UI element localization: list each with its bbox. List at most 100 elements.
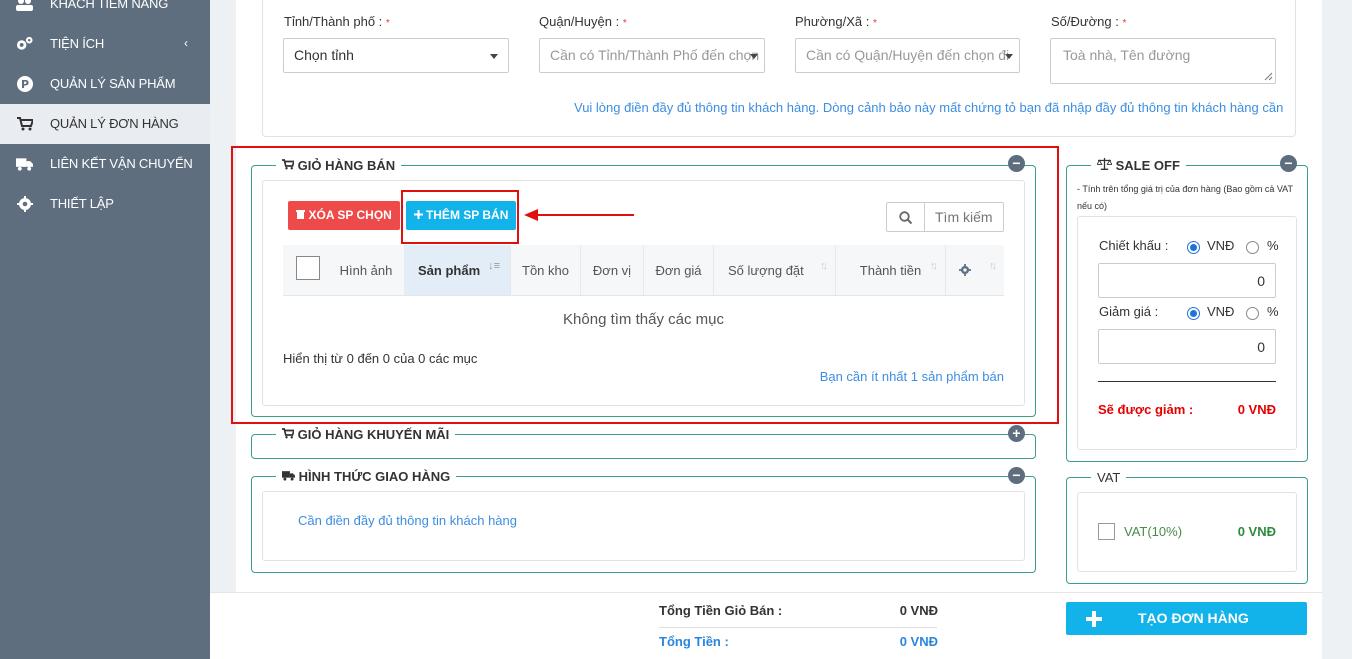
sidebar-item-orders[interactable]: QUẢN LÝ ĐƠN HÀNG	[0, 104, 210, 144]
province-select[interactable]: Chọn tỉnh	[283, 38, 509, 73]
header-divider	[283, 295, 1004, 296]
column-label: Đơn giá	[655, 262, 702, 278]
gear-icon	[959, 264, 971, 276]
reduce-input[interactable]: 0	[1098, 329, 1276, 364]
sale-off-divider	[1098, 381, 1276, 382]
reduce-percent-label: %	[1267, 304, 1279, 319]
empty-table-message: Không tìm thấy các mục	[563, 311, 724, 328]
gears-icon	[16, 36, 33, 52]
column-label: Hình ảnh	[339, 262, 393, 278]
vat-label: VAT(10%)	[1124, 524, 1183, 539]
discount-vnd-label: VNĐ	[1207, 238, 1235, 253]
shipping-title: HÌNH THỨC GIAO HÀNG	[276, 469, 457, 484]
vat-title: VAT	[1091, 470, 1127, 485]
address-warning: Vui lòng điền đầy đủ thông tin khách hàn…	[574, 100, 1284, 115]
discount-input[interactable]: 0	[1098, 263, 1276, 298]
sidebar-item-leads[interactable]: KHÁCH TIỀM NĂNG	[0, 0, 210, 24]
sale-off-note: - Tính trên tổng giá trị của đơn hàng (B…	[1077, 184, 1293, 211]
discount-percent-label: %	[1267, 238, 1279, 253]
collapse-shipping-icon[interactable]: −	[1008, 467, 1025, 484]
street-textarea-placeholder: Toà nhà, Tên đường	[1063, 47, 1191, 63]
discount-percent-radio[interactable]	[1246, 241, 1259, 254]
sale-off-title-text: SALE OFF	[1115, 158, 1180, 173]
district-select-placeholder: Cần có Tỉnh/Thành Phố đến chọn	[550, 47, 760, 63]
column-label: Số lượng đặt	[728, 262, 804, 278]
sidebar-item-label: QUẢN LÝ SẢN PHẨM	[50, 76, 176, 91]
column-header-image[interactable]: Hình ảnh	[330, 245, 402, 295]
sort-icon: ↑↓	[820, 260, 828, 272]
reduce-vnd-radio[interactable]	[1187, 307, 1200, 320]
cart-total-label: Tổng Tiền Giỏ Bán :	[659, 603, 783, 618]
discount-label: Chiết khấu :	[1099, 238, 1169, 253]
chevron-down-icon	[750, 54, 758, 59]
sidebar-item-settings[interactable]: THIẾT LẬP	[0, 184, 210, 224]
plus-icon	[1086, 611, 1102, 627]
district-label: Quận/Huyện : *	[539, 14, 627, 29]
ward-select[interactable]: Cần có Quận/Huyện đến chọn đi	[795, 38, 1020, 73]
province-label: Tỉnh/Thành phố : *	[284, 14, 390, 29]
product-p-icon: P	[16, 76, 33, 92]
collapse-sale-off-icon[interactable]: −	[1280, 155, 1297, 172]
annotation-arrow-icon	[524, 209, 634, 221]
shipping-title-text: HÌNH THỨC GIAO HÀNG	[298, 469, 451, 484]
sidebar-item-products[interactable]: P QUẢN LÝ SẢN PHẨM	[0, 64, 210, 104]
table-info: Hiển thị từ 0 đến 0 của 0 các mục	[283, 351, 478, 366]
search-button[interactable]	[887, 203, 925, 231]
total-value: 0 VNĐ	[899, 634, 938, 649]
cart-icon	[16, 116, 33, 132]
resize-handle-icon[interactable]	[1264, 72, 1273, 81]
sort-icon: ↑↓	[930, 260, 938, 272]
search-icon	[899, 210, 912, 224]
total-label: Tổng Tiền :	[659, 634, 729, 649]
column-header-unit[interactable]: Đơn vị	[580, 245, 643, 295]
create-order-button[interactable]: TẠO ĐƠN HÀNG	[1066, 602, 1307, 635]
cart-total-value: 0 VNĐ	[899, 603, 938, 618]
promo-cart-title-text: GIỎ HÀNG KHUYẾN MÃI	[297, 427, 450, 442]
ward-select-placeholder: Cần có Quận/Huyện đến chọn đi	[806, 47, 1010, 63]
promo-cart-title: GIỎ HÀNG KHUYẾN MÃI	[276, 427, 456, 442]
balance-scale-icon	[1096, 158, 1113, 170]
column-header-quantity[interactable]: Số lượng đặt ↑↓	[713, 245, 835, 295]
column-header-stock[interactable]: Tồn kho	[510, 245, 580, 295]
column-header-product[interactable]: Sản phẩm ↓≡	[404, 245, 510, 295]
search-input[interactable]	[927, 203, 1003, 231]
reduction-result-value: 0 VNĐ	[1237, 402, 1276, 417]
expand-promo-cart-icon[interactable]: +	[1008, 425, 1025, 442]
select-all-checkbox[interactable]	[296, 256, 320, 280]
discount-vnd-radio[interactable]	[1187, 241, 1200, 254]
street-textarea[interactable]: Toà nhà, Tên đường	[1050, 38, 1276, 84]
column-header-price[interactable]: Đơn giá	[643, 245, 713, 295]
sidebar-item-label: QUẢN LÝ ĐƠN HÀNG	[50, 116, 179, 131]
sidebar-item-label: TIỆN ÍCH	[50, 36, 105, 51]
street-label: Số/Đường : *	[1051, 14, 1127, 29]
reduction-result-label: Sẽ được giảm :	[1098, 402, 1194, 417]
vat-checkbox[interactable]	[1098, 523, 1115, 540]
highlight-box-add-button	[401, 190, 519, 244]
sale-off-title: SALE OFF	[1091, 158, 1186, 173]
column-label: Tồn kho	[522, 262, 569, 278]
column-label: Thành tiền	[859, 262, 922, 278]
reduce-percent-radio[interactable]	[1246, 307, 1259, 320]
min-product-note: Bạn cần ít nhất 1 sản phẩm bán	[819, 369, 1004, 384]
sort-icon: ↑↓	[989, 260, 997, 272]
cart-icon	[282, 428, 296, 439]
column-header-settings[interactable]: ↑↓	[945, 245, 1004, 295]
sort-asc-icon: ↓≡	[488, 260, 500, 272]
chevron-down-icon	[1005, 54, 1013, 59]
shipping-note: Cần điền đầy đủ thông tin khách hàng	[298, 513, 518, 528]
svg-text:P: P	[20, 78, 28, 91]
sidebar-item-shipping[interactable]: LIÊN KẾT VẬN CHUYỂN	[0, 144, 210, 184]
reduce-label: Giảm giá :	[1099, 304, 1159, 319]
users-icon	[16, 0, 33, 12]
sidebar: KHÁCH TIỀM NĂNG TIỆN ÍCH ‹ P QUẢN LÝ SẢN…	[0, 0, 210, 659]
column-label: Sản phẩm	[418, 262, 481, 278]
truck-icon	[282, 471, 295, 481]
column-header-total[interactable]: Thành tiền ↑↓	[835, 245, 945, 295]
chevron-left-icon: ‹	[184, 36, 188, 50]
search-box	[886, 202, 1004, 232]
district-select[interactable]: Cần có Tỉnh/Thành Phố đến chọn	[539, 38, 765, 73]
reduce-vnd-label: VNĐ	[1207, 304, 1235, 319]
vat-value: 0 VNĐ	[1237, 524, 1276, 539]
create-order-label: TẠO ĐƠN HÀNG	[1138, 610, 1249, 626]
sidebar-item-utilities[interactable]: TIỆN ÍCH ‹	[0, 24, 210, 64]
